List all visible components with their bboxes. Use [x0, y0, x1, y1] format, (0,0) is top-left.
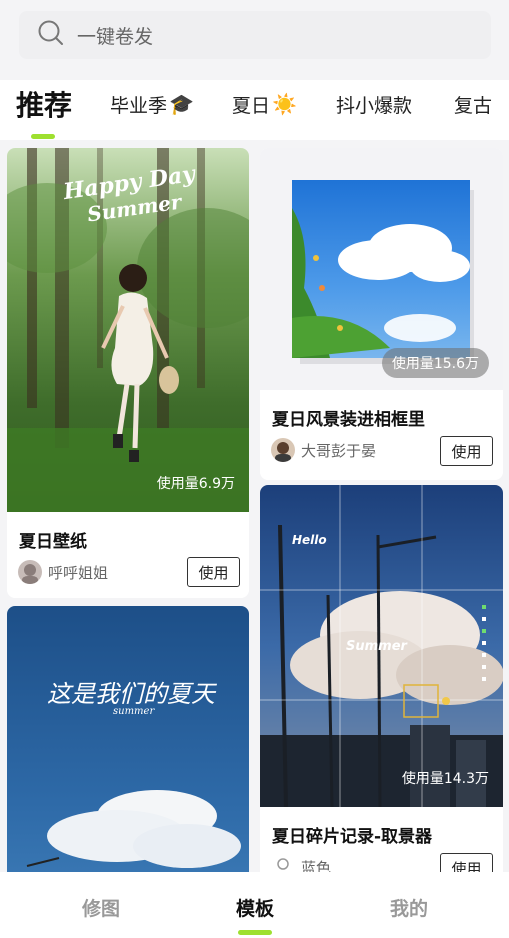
template-card[interactable]: 这是我们的夏天 summer — [7, 606, 249, 872]
search-placeholder: 一键卷发 — [77, 25, 154, 48]
avatar — [18, 560, 42, 584]
tab-label: 毕业季 — [110, 94, 168, 117]
nav-mine[interactable]: 我的 — [390, 894, 428, 921]
tab-graduation[interactable]: 毕业季 🎓 — [110, 80, 194, 128]
category-tabs: 推荐 毕业季 🎓 夏日 ☀️ 抖小爆款 复古 — [0, 80, 509, 140]
card-image[interactable]: Happy Day Summer 使用量6.9万 — [7, 148, 249, 512]
active-nav-indicator — [238, 930, 272, 935]
search-bar[interactable]: 一键卷发 — [19, 11, 491, 59]
author: 呼呼姐姐 — [18, 560, 108, 584]
author-name: 呼呼姐姐 — [48, 563, 109, 582]
use-button[interactable]: 使用 — [440, 436, 493, 466]
usage-count: 使用量15.6万 — [381, 348, 489, 378]
card-title: 夏日碎片记录-取景器 — [272, 827, 433, 847]
nav-edit-photo[interactable]: 修图 — [82, 894, 120, 921]
template-card[interactable]: Hello Summer 使用量14.3万 夏日碎片记录-取景器 蓝色 使用 — [260, 485, 503, 872]
tab-recommend[interactable]: 推荐 — [16, 80, 72, 128]
usage-count: 使用量6.9万 — [156, 476, 235, 492]
use-button[interactable]: 使用 — [440, 853, 493, 872]
template-card[interactable]: Happy Day Summer 使用量6.9万 夏日壁纸 呼呼姐姐 使用 — [7, 148, 249, 598]
usage-count: 使用量14.3万 — [401, 771, 489, 787]
nav-templates[interactable]: 模板 — [236, 894, 274, 921]
overlay-summer: Summer — [346, 639, 407, 654]
tab-retro[interactable]: 复古 — [454, 80, 492, 128]
author-name: 蓝色 — [301, 858, 332, 873]
tab-label: 复古 — [454, 94, 493, 117]
use-button[interactable]: 使用 — [187, 557, 240, 587]
overlay-hello: Hello — [292, 533, 327, 547]
card-title: 夏日风景装进相框里 — [272, 410, 425, 430]
app-root: 一键卷发 推荐 毕业季 🎓 夏日 ☀️ 抖小爆款 复古 Happy Day Su… — [0, 0, 509, 938]
avatar — [271, 855, 295, 872]
graduation-cap-icon: 🎓 — [169, 92, 194, 116]
active-tab-indicator — [31, 134, 55, 139]
tab-label: 推荐 — [16, 89, 73, 122]
author-name: 大哥彭于晏 — [301, 441, 377, 460]
overlay-summer-small: summer — [113, 706, 155, 717]
card-image[interactable]: Hello Summer 使用量14.3万 — [260, 485, 503, 807]
author: 蓝色 — [271, 855, 331, 872]
bottom-nav: 修图 模板 我的 — [0, 872, 509, 938]
card-image[interactable]: 这是我们的夏天 summer — [7, 606, 249, 872]
tab-label: 夏日 — [232, 94, 271, 117]
search-icon — [37, 19, 65, 51]
template-feed[interactable]: Happy Day Summer 使用量6.9万 夏日壁纸 呼呼姐姐 使用 使用… — [0, 140, 509, 872]
tab-summer[interactable]: 夏日 ☀️ — [232, 80, 297, 128]
card-image[interactable]: 使用量15.6万 — [260, 148, 503, 390]
sun-icon: ☀️ — [272, 92, 297, 116]
tab-label: 抖小爆款 — [336, 94, 413, 117]
card-title: 夏日壁纸 — [19, 532, 87, 552]
avatar — [271, 438, 295, 462]
tab-douyin-hits[interactable]: 抖小爆款 — [336, 80, 412, 128]
overlay-summer-text: 这是我们的夏天 — [47, 680, 215, 708]
author: 大哥彭于晏 — [271, 438, 376, 462]
template-card[interactable]: 使用量15.6万 夏日风景装进相框里 大哥彭于晏 使用 — [260, 148, 503, 480]
